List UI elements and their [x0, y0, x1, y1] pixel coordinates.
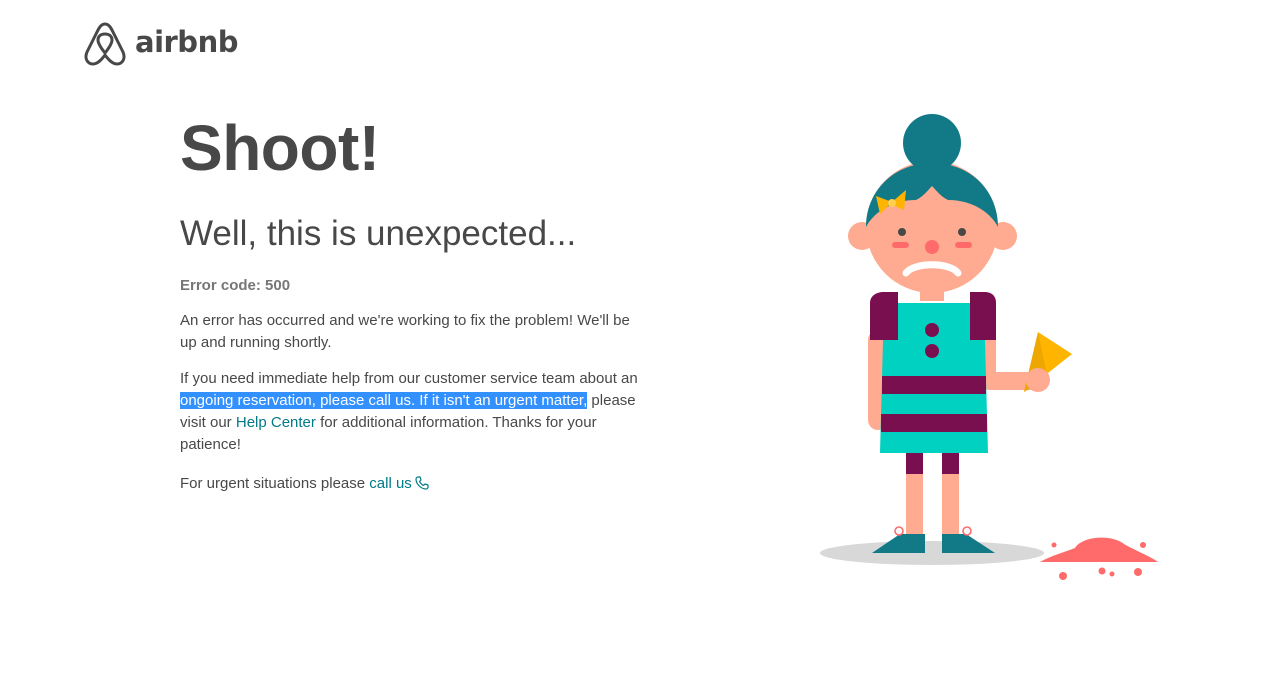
- error-content: Shoot! Well, this is unexpected... Error…: [180, 108, 645, 495]
- phone-icon: [415, 476, 429, 490]
- help-text-start: If you need immediate help from our cust…: [180, 370, 638, 387]
- urgent-text: For urgent situations please: [180, 475, 370, 492]
- help-paragraph: If you need immediate help from our cust…: [180, 368, 645, 456]
- call-us-link[interactable]: call us: [369, 475, 429, 492]
- airbnb-logo-icon: [84, 22, 126, 66]
- error-code: Error code: 500: [180, 277, 291, 294]
- page-title: Shoot!: [180, 112, 380, 184]
- selected-text: ongoing reservation, please call us. If …: [180, 392, 588, 409]
- help-center-link[interactable]: Help Center: [236, 414, 316, 431]
- airbnb-logo[interactable]: airbnb: [83, 18, 238, 66]
- page-subtitle: Well, this is unexpected...: [180, 214, 577, 253]
- call-us-label: call us: [369, 475, 412, 492]
- crying-girl-illustration: [820, 114, 1158, 580]
- logo-wordmark: airbnb: [135, 25, 238, 59]
- urgent-paragraph: For urgent situations please call us: [180, 473, 645, 495]
- error-description: An error has occurred and we're working …: [180, 312, 630, 351]
